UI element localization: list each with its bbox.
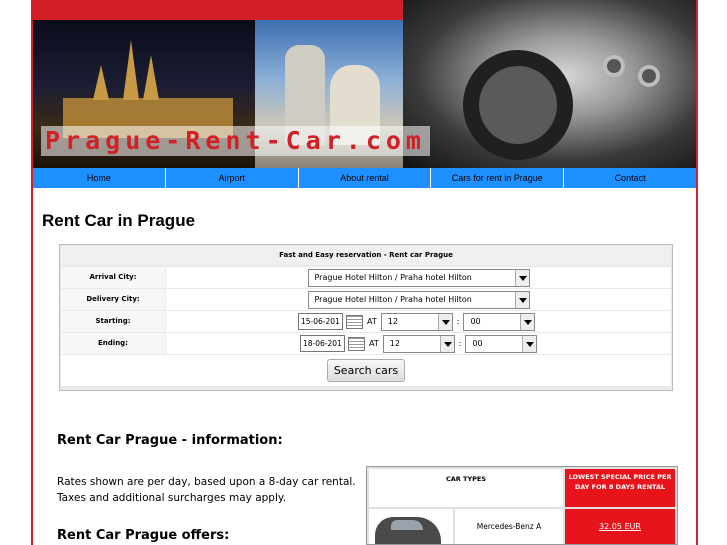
starting-date-input[interactable]: 15-06-201 xyxy=(298,313,343,330)
time-separator: : xyxy=(456,317,460,326)
nav-item-home[interactable]: Home xyxy=(33,168,166,188)
arrival-label: Arrival City: xyxy=(61,267,165,288)
at-label: AT xyxy=(367,317,377,326)
ending-row: Ending: 18-06-201 AT 12 : 00 xyxy=(61,333,671,354)
chevron-down-icon xyxy=(520,313,535,330)
delivery-city-select[interactable]: Prague Hotel Hilton / Praha hotel Hilton xyxy=(307,290,530,309)
calendar-icon[interactable] xyxy=(348,336,365,351)
delivery-label: Delivery City: xyxy=(61,289,165,310)
ending-date-input[interactable]: 18-06-201 xyxy=(300,335,345,352)
starting-minute-value: 00 xyxy=(470,316,481,326)
starting-hour-select[interactable]: 12 xyxy=(380,312,453,331)
car-table-header: CAR TYPES LOWEST SPECIAL PRICE PER DAY F… xyxy=(369,469,675,507)
main-nav: Home Airport About rental Cars for rent … xyxy=(33,168,696,188)
car-image xyxy=(369,509,453,544)
offers-heading: Rent Car Prague offers: xyxy=(57,528,230,543)
car-types-header: CAR TYPES xyxy=(369,469,563,507)
site-logo[interactable]: Prague-Rent-Car.com xyxy=(41,126,430,156)
ending-minute-select[interactable]: 00 xyxy=(465,334,538,353)
info-text: Rates shown are per day, based upon a 8-… xyxy=(57,474,357,506)
chevron-down-icon xyxy=(514,291,529,308)
starting-minute-select[interactable]: 00 xyxy=(463,312,536,331)
car-interior-photo xyxy=(403,0,696,168)
header-banner: Prague-Rent-Car.com xyxy=(33,0,696,168)
ending-hour-value: 12 xyxy=(389,338,400,348)
reservation-form: Fast and Easy reservation - Rent car Pra… xyxy=(59,244,673,391)
search-cars-button[interactable]: Search cars xyxy=(326,359,406,382)
info-heading: Rent Car Prague - information: xyxy=(57,433,283,448)
arrival-city-select[interactable]: Prague Hotel Hilton / Praha hotel Hilton xyxy=(307,268,530,287)
submit-row: Search cars xyxy=(61,355,671,386)
chevron-down-icon xyxy=(437,313,452,330)
info-text-line: Taxes and additional surcharges may appl… xyxy=(57,492,286,504)
starting-label: Starting: xyxy=(61,311,165,332)
delivery-city-value: Prague Hotel Hilton / Praha hotel Hilton xyxy=(314,294,472,304)
car-name: Mercedes-Benz A xyxy=(455,509,563,544)
nav-item-cars-for-rent[interactable]: Cars for rent in Prague xyxy=(431,168,565,188)
starting-hour-value: 12 xyxy=(387,316,398,326)
nav-item-about-rental[interactable]: About rental xyxy=(298,168,432,188)
reservation-caption: Fast and Easy reservation - Rent car Pra… xyxy=(61,246,671,265)
ending-hour-select[interactable]: 12 xyxy=(382,334,455,353)
delivery-row: Delivery City: Prague Hotel Hilton / Pra… xyxy=(61,289,671,310)
ending-minute-value: 00 xyxy=(472,338,483,348)
info-text-line: Rates shown are per day, based upon a 8-… xyxy=(57,476,356,488)
arrival-row: Arrival City: Prague Hotel Hilton / Prah… xyxy=(61,267,671,288)
price-header: LOWEST SPECIAL PRICE PER DAY FOR 8 DAYS … xyxy=(565,469,675,507)
time-separator: : xyxy=(458,339,462,348)
chevron-down-icon xyxy=(514,269,529,286)
table-row: Mercedes-Benz A 32.05 EUR xyxy=(369,509,675,544)
chevron-down-icon xyxy=(439,335,454,352)
starting-row: Starting: 15-06-201 AT 12 : 00 xyxy=(61,311,671,332)
page-title: Rent Car in Prague xyxy=(42,211,196,230)
nav-item-contact[interactable]: Contact xyxy=(564,168,696,188)
chevron-down-icon xyxy=(522,335,537,352)
ending-label: Ending: xyxy=(61,333,165,354)
car-price-link[interactable]: 32.05 EUR xyxy=(565,509,675,544)
nav-item-airport[interactable]: Airport xyxy=(165,168,299,188)
car-types-table: CAR TYPES LOWEST SPECIAL PRICE PER DAY F… xyxy=(366,466,678,545)
arrival-city-value: Prague Hotel Hilton / Praha hotel Hilton xyxy=(314,272,472,282)
at-label: AT xyxy=(369,339,379,348)
calendar-icon[interactable] xyxy=(346,314,363,329)
